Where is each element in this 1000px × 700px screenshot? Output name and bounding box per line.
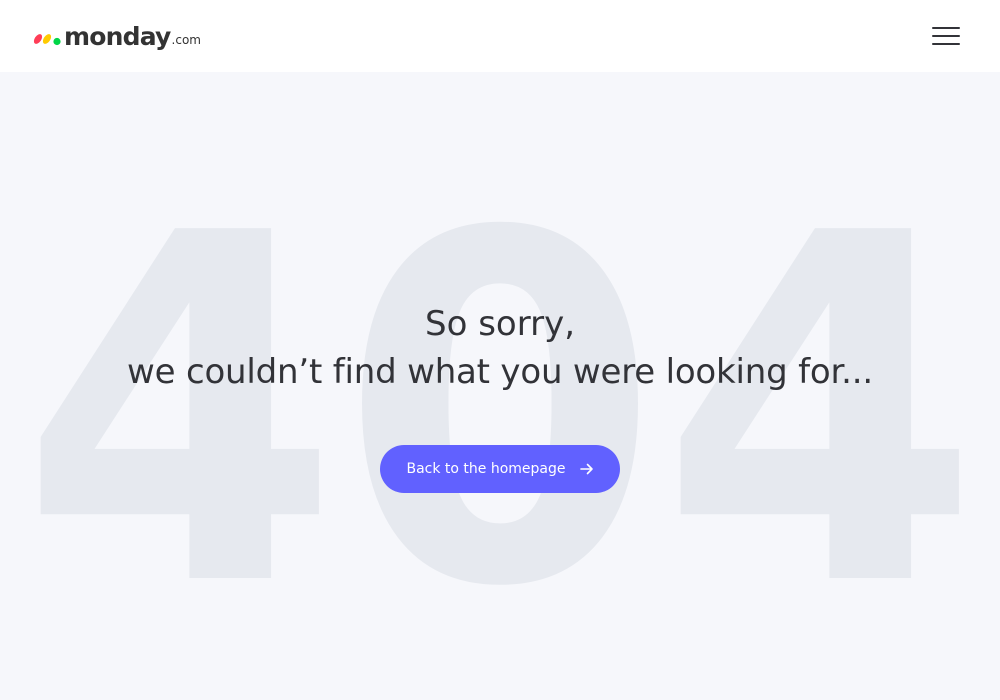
error-heading-line1: So sorry, xyxy=(425,304,575,344)
monday-logo-icon xyxy=(33,34,61,46)
arrow-right-icon xyxy=(579,463,593,475)
logo-tld: .com xyxy=(171,33,201,47)
error-heading-line2: we couldn’t find what you were looking f… xyxy=(127,352,873,392)
monday-logo[interactable]: monday .com xyxy=(32,20,201,50)
error-message: So sorry, we couldn’t find what you were… xyxy=(0,300,1000,396)
hamburger-menu-icon[interactable] xyxy=(928,22,964,50)
site-header: monday .com xyxy=(0,0,1000,72)
background-404-text: 404 xyxy=(20,133,980,692)
back-to-homepage-button[interactable]: Back to the homepage xyxy=(380,445,620,493)
logo-wordmark: monday xyxy=(64,22,171,51)
back-to-homepage-label: Back to the homepage xyxy=(406,461,566,477)
